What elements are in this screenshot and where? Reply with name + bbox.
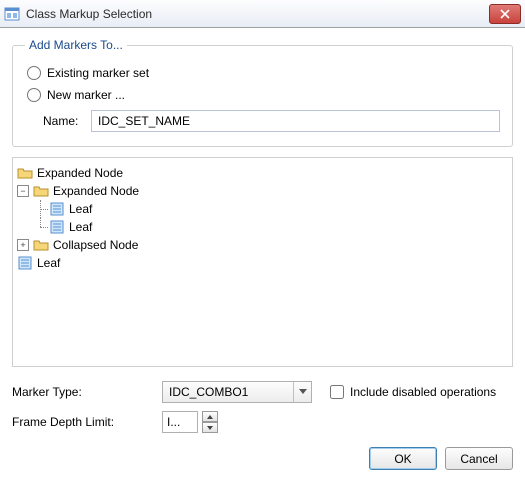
tree-item-root[interactable]: Expanded Node: [17, 164, 508, 182]
include-disabled-row[interactable]: Include disabled operations: [330, 385, 496, 399]
spin-up-button[interactable]: [202, 411, 218, 422]
tree-label: Expanded Node: [37, 164, 123, 182]
name-row: Name:: [25, 110, 500, 132]
leaf-icon: [17, 255, 33, 271]
add-markers-group: Add Markers To... Existing marker set Ne…: [12, 38, 513, 147]
radio-new-row[interactable]: New marker ...: [27, 88, 500, 102]
spin-down-button[interactable]: [202, 422, 218, 433]
tree-item-child[interactable]: + Collapsed Node: [17, 236, 508, 254]
leaf-icon: [49, 219, 65, 235]
tree-item-leaf[interactable]: Leaf: [17, 200, 508, 218]
window-title: Class Markup Selection: [26, 7, 489, 21]
folder-open-icon: [33, 183, 49, 199]
ok-button[interactable]: OK: [369, 447, 437, 470]
tree-item-child[interactable]: − Expanded Node: [17, 182, 508, 200]
tree-label: Leaf: [69, 218, 92, 236]
marker-type-label: Marker Type:: [12, 385, 162, 399]
dialog-body: Add Markers To... Existing marker set Ne…: [0, 28, 525, 482]
leaf-icon: [49, 201, 65, 217]
app-icon: [4, 6, 20, 22]
tree-label: Collapsed Node: [53, 236, 138, 254]
titlebar: Class Markup Selection: [0, 0, 525, 28]
folder-closed-icon: [33, 237, 49, 253]
frame-depth-label: Frame Depth Limit:: [12, 415, 162, 429]
folder-open-icon: [17, 165, 33, 181]
frame-depth-input[interactable]: [162, 411, 198, 433]
radio-existing[interactable]: [27, 66, 41, 80]
marker-type-combo[interactable]: [162, 381, 312, 403]
radio-existing-label: Existing marker set: [47, 66, 149, 80]
expand-icon[interactable]: +: [17, 239, 29, 251]
group-legend: Add Markers To...: [25, 38, 127, 52]
tree-label: Leaf: [69, 200, 92, 218]
frame-depth-spinner[interactable]: [162, 411, 218, 433]
marker-type-row: Marker Type: Include disabled operations: [12, 381, 513, 403]
include-disabled-checkbox[interactable]: [330, 385, 344, 399]
radio-new[interactable]: [27, 88, 41, 102]
name-label: Name:: [43, 114, 91, 128]
chevron-down-icon[interactable]: [293, 382, 311, 402]
cancel-button[interactable]: Cancel: [445, 447, 513, 470]
tree-view[interactable]: Expanded Node − Expanded Node: [12, 157, 513, 367]
marker-type-input[interactable]: [162, 381, 312, 403]
close-button[interactable]: [489, 4, 521, 24]
tree-item-leaf[interactable]: Leaf: [17, 254, 508, 272]
tree-label: Leaf: [37, 254, 60, 272]
radio-new-label: New marker ...: [47, 88, 125, 102]
include-disabled-label: Include disabled operations: [350, 385, 496, 399]
collapse-icon[interactable]: −: [17, 185, 29, 197]
tree-label: Expanded Node: [53, 182, 139, 200]
radio-existing-row[interactable]: Existing marker set: [27, 66, 500, 80]
tree-item-leaf[interactable]: Leaf: [17, 218, 508, 236]
frame-depth-row: Frame Depth Limit:: [12, 411, 513, 433]
dialog-buttons: OK Cancel: [12, 447, 513, 470]
name-input[interactable]: [91, 110, 500, 132]
